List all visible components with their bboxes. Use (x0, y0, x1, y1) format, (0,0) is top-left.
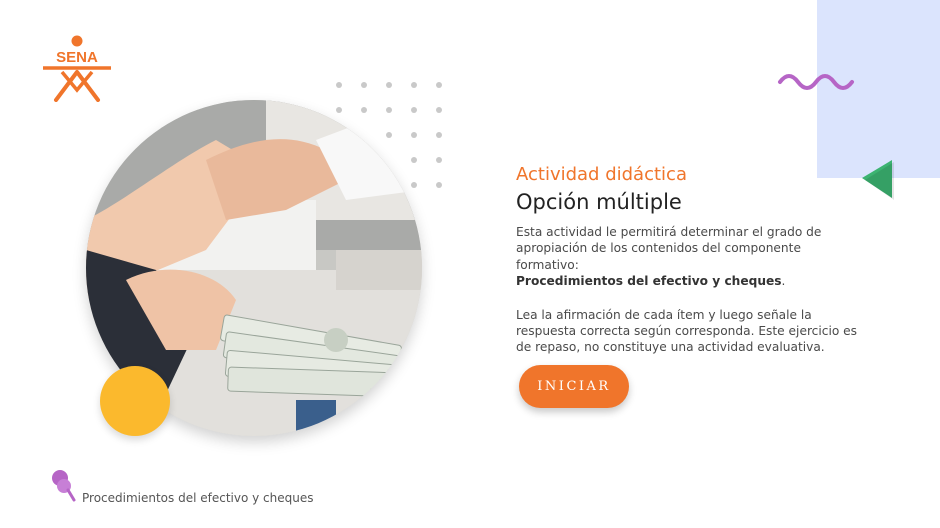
activity-kicker: Actividad didáctica (516, 164, 687, 185)
activity-instructions: Lea la afirmación de cada ítem y luego s… (516, 307, 858, 355)
yellow-circle-decoration (100, 366, 170, 436)
component-name: Procedimientos del efectivo y cheques (516, 274, 782, 289)
footer-component-label: Procedimientos del efectivo y cheques (82, 491, 314, 505)
svg-text:SENA: SENA (56, 49, 98, 66)
thumbtack-icon (52, 470, 76, 502)
purple-wave-decoration (778, 74, 854, 90)
intro-end: . (781, 274, 786, 289)
green-triangle-decoration (862, 160, 894, 200)
sena-logo: SENA (40, 34, 114, 102)
activity-intro-screen: SENA Actividad didáctica Opción múltiple… (0, 0, 940, 528)
activity-intro-paragraph: Esta actividad le permitirá determinar e… (516, 224, 861, 290)
intro-text: Esta actividad le permitirá determinar e… (516, 225, 822, 272)
activity-description: Actividad didáctica Opción múltiple Esta… (516, 162, 861, 356)
activity-title: Opción múltiple (516, 190, 682, 214)
start-button[interactable]: INICIAR (519, 365, 629, 408)
